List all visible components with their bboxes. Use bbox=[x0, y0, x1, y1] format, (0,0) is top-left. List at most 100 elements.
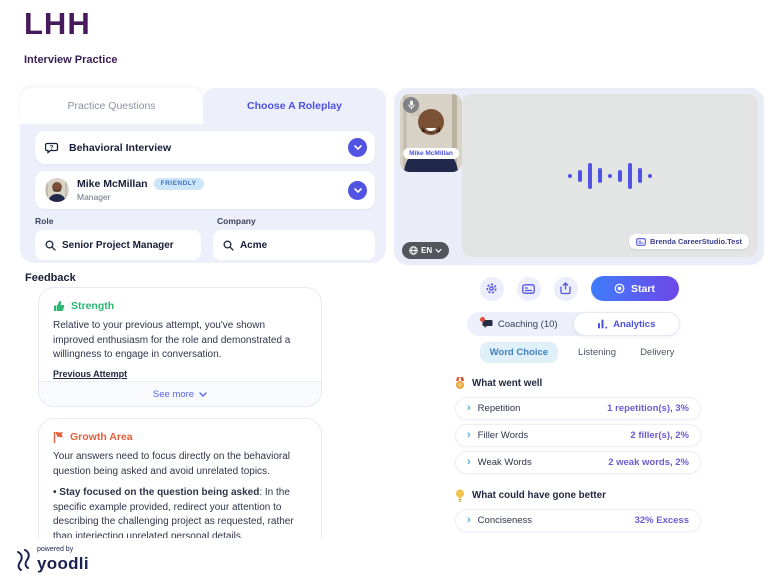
previous-attempt-link[interactable]: Previous Attempt bbox=[53, 369, 127, 379]
growth-area-card: Growth Area Your answers need to focus d… bbox=[38, 418, 322, 538]
captions-icon bbox=[522, 284, 535, 294]
persona-selector[interactable]: Mike McMillan FRIENDLY Manager bbox=[35, 171, 375, 209]
persona-avatar bbox=[45, 178, 69, 202]
captions-icon bbox=[636, 238, 646, 246]
brand-name: yoodli bbox=[37, 554, 89, 573]
call-screen: Brenda CareerStudio.Test bbox=[462, 94, 758, 257]
subtab-delivery[interactable]: Delivery bbox=[636, 342, 678, 363]
role-label: Role bbox=[35, 216, 205, 226]
tab-choose-a-roleplay[interactable]: Choose A Roleplay bbox=[203, 88, 386, 124]
call-controls: Start bbox=[394, 276, 764, 301]
chevron-down-icon bbox=[199, 392, 207, 397]
search-icon bbox=[45, 240, 56, 251]
persona-expand-button[interactable] bbox=[348, 181, 367, 200]
medal-icon bbox=[455, 377, 465, 390]
gear-icon bbox=[485, 282, 498, 295]
feedback-mode-tabs: Coaching (10) Analytics bbox=[467, 312, 680, 336]
metric-row-repetition[interactable]: › Repetition 1 repetition(s), 3% bbox=[455, 397, 701, 420]
caption-attribution-label: Brenda CareerStudio.Test bbox=[650, 237, 742, 246]
start-label: Start bbox=[631, 283, 655, 295]
tab-analytics[interactable]: Analytics bbox=[573, 312, 681, 336]
participant-name-pill: Mike McMillan bbox=[403, 148, 459, 159]
growth-body: Your answers need to focus directly on t… bbox=[53, 450, 307, 479]
page-title: Interview Practice bbox=[24, 54, 118, 66]
metric-value: 1 repetition(s), 3% bbox=[607, 403, 689, 414]
chat-icon bbox=[482, 319, 493, 329]
metric-row-filler-words[interactable]: › Filler Words 2 filler(s), 2% bbox=[455, 424, 701, 447]
metric-value: 2 filler(s), 2% bbox=[630, 430, 689, 441]
record-icon bbox=[614, 283, 625, 294]
subtab-word-choice[interactable]: Word Choice bbox=[480, 342, 558, 363]
metric-label: Conciseness bbox=[478, 515, 628, 526]
language-selector[interactable]: EN bbox=[402, 242, 449, 259]
role-input[interactable]: Senior Project Manager bbox=[35, 230, 201, 260]
persona-meta: Mike McMillan FRIENDLY Manager bbox=[77, 178, 348, 203]
role-value: Senior Project Manager bbox=[62, 240, 174, 251]
svg-text:?: ? bbox=[50, 144, 54, 151]
thumbs-up-icon bbox=[53, 300, 65, 312]
caption-attribution[interactable]: Brenda CareerStudio.Test bbox=[629, 234, 749, 249]
growth-bullet-lead: • Stay focused on the question being ask… bbox=[53, 487, 259, 498]
analytics-subtabs: Word Choice Listening Delivery bbox=[394, 342, 764, 363]
company-input[interactable]: Acme bbox=[213, 230, 375, 260]
chat-question-icon: ? bbox=[45, 141, 61, 155]
language-code: EN bbox=[421, 246, 432, 255]
tab-practice-questions[interactable]: Practice Questions bbox=[20, 88, 203, 124]
powered-by-label: powered by bbox=[37, 546, 89, 553]
participant-video-thumbnail: Mike McMillan bbox=[400, 94, 462, 172]
growth-area-label: Growth Area bbox=[70, 431, 133, 443]
metric-label: Weak Words bbox=[478, 457, 602, 468]
strength-label: Strength bbox=[71, 300, 114, 312]
growth-bullet: • Stay focused on the question being ask… bbox=[53, 486, 307, 538]
lhh-logo: LHH bbox=[24, 6, 91, 42]
yoodli-brand: powered by yoodli bbox=[14, 546, 89, 573]
persona-role: Manager bbox=[77, 192, 348, 203]
roleplay-stage: Brenda CareerStudio.Test Mike McMillan E… bbox=[394, 88, 764, 265]
see-more-button[interactable]: See more bbox=[39, 381, 321, 406]
roleplay-tabstrip: Practice Questions Choose A Roleplay bbox=[20, 88, 386, 124]
roleplay-config-panel: ? Behavioral Interview Mike McMillan FRI… bbox=[20, 124, 386, 263]
metric-value: 2 weak words, 2% bbox=[608, 457, 689, 468]
gone-better-title: What could have gone better bbox=[472, 490, 606, 501]
start-button[interactable]: Start bbox=[591, 276, 679, 301]
chevron-right-icon: › bbox=[467, 515, 471, 526]
fields-row: Senior Project Manager Acme bbox=[35, 230, 375, 260]
metric-label: Repetition bbox=[478, 403, 601, 414]
chevron-right-icon: › bbox=[467, 430, 471, 441]
search-icon bbox=[223, 240, 234, 251]
feedback-title: Feedback bbox=[25, 272, 76, 284]
strength-body: Relative to your previous attempt, you'v… bbox=[53, 319, 307, 363]
share-upload-button[interactable] bbox=[554, 277, 578, 301]
tab-coaching-label: Coaching (10) bbox=[498, 319, 558, 330]
persona-badge: FRIENDLY bbox=[154, 178, 204, 190]
went-well-title: What went well bbox=[472, 378, 542, 389]
settings-button[interactable] bbox=[480, 277, 504, 301]
flag-icon bbox=[53, 431, 64, 443]
subtab-listening[interactable]: Listening bbox=[574, 342, 620, 363]
persona-name: Mike McMillan bbox=[77, 178, 148, 191]
company-label: Company bbox=[217, 216, 256, 226]
bar-chart-icon bbox=[597, 319, 608, 329]
mic-icon[interactable] bbox=[403, 97, 419, 113]
metric-label: Filler Words bbox=[478, 430, 624, 441]
audio-waveform-icon bbox=[568, 163, 652, 189]
tab-coaching[interactable]: Coaching (10) bbox=[467, 312, 573, 336]
upload-icon bbox=[559, 282, 572, 295]
metric-row-weak-words[interactable]: › Weak Words 2 weak words, 2% bbox=[455, 451, 701, 474]
scenario-selector[interactable]: ? Behavioral Interview bbox=[35, 131, 375, 164]
globe-icon bbox=[409, 246, 418, 255]
lightbulb-icon bbox=[455, 489, 465, 502]
chevron-right-icon: › bbox=[467, 403, 471, 414]
captions-toggle-button[interactable] bbox=[517, 277, 541, 301]
chevron-down-icon bbox=[435, 249, 442, 253]
analytics-sections: What went well › Repetition 1 repetition… bbox=[455, 377, 701, 536]
strength-card: Strength Relative to your previous attem… bbox=[38, 287, 322, 407]
metric-value: 32% Excess bbox=[635, 515, 689, 526]
scenario-label: Behavioral Interview bbox=[69, 142, 348, 154]
metric-row-conciseness[interactable]: › Conciseness 32% Excess bbox=[455, 509, 701, 532]
notification-dot bbox=[480, 317, 485, 322]
scenario-expand-button[interactable] bbox=[348, 138, 367, 157]
yoodli-logo-icon bbox=[14, 549, 33, 573]
field-labels: Role Company bbox=[35, 216, 375, 226]
tab-analytics-label: Analytics bbox=[613, 319, 655, 330]
